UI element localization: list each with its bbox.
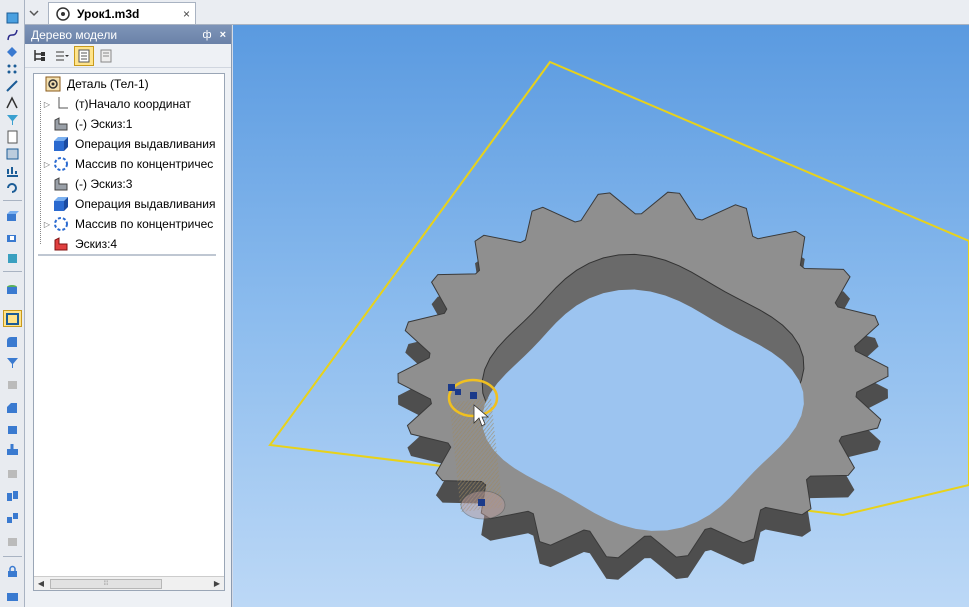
frame-icon[interactable] (4, 146, 21, 161)
tree-structure-icon[interactable] (31, 47, 49, 65)
circular-array-icon (52, 216, 70, 232)
chamfer-tool-icon[interactable] (4, 400, 21, 415)
rib-tool-icon[interactable] (4, 442, 21, 457)
mirror-tool-icon[interactable] (4, 488, 21, 503)
scroll-right-icon[interactable]: ▶ (210, 579, 224, 588)
model-tree-panel: Дерево модели ф × Деталь (Тел-1) ▷ (т)На… (25, 25, 232, 607)
sketch-icon (52, 176, 70, 192)
circular-array-icon (52, 156, 70, 172)
measure-icon[interactable] (4, 78, 21, 93)
tree-item-circular-array-2[interactable]: ▷ Массив по концентричес (42, 214, 224, 234)
tree-horizontal-scrollbar[interactable]: ◀ ⁞⁞⁞ ▶ (34, 576, 224, 590)
tree-item-circular-array-1[interactable]: ▷ Массив по концентричес (42, 154, 224, 174)
filter-icon[interactable] (4, 112, 21, 127)
point-icon[interactable] (4, 44, 21, 59)
angle-icon[interactable] (4, 95, 21, 110)
scroll-left-icon[interactable]: ◀ (34, 579, 48, 588)
tab-list-icon[interactable] (27, 6, 41, 20)
rotate-icon[interactable] (4, 180, 21, 195)
view-frame-icon[interactable] (3, 310, 22, 327)
tree-item-extrude-2[interactable]: Операция выдавливания (42, 194, 224, 214)
left-vertical-toolbar (0, 0, 25, 607)
chart-icon[interactable] (4, 163, 21, 178)
pattern-tool-icon[interactable] (4, 510, 21, 525)
sketch-point-handle[interactable] (470, 392, 477, 399)
disabled-tool-icon[interactable] (4, 376, 21, 391)
document-tab[interactable]: Урок1.m3d × (48, 2, 196, 24)
part-file-icon (56, 6, 70, 21)
document-tab-title: Урок1.m3d (77, 6, 140, 21)
pin-icon[interactable]: ф (203, 29, 212, 41)
funnel-tool-icon[interactable] (4, 355, 21, 370)
panel-title: Дерево модели (31, 27, 118, 42)
cut-tool-icon[interactable] (4, 229, 21, 244)
sketch-point-handle[interactable] (448, 384, 455, 391)
document-tab-bar: Урок1.m3d × (25, 0, 969, 25)
panel-header: Дерево модели ф × (25, 25, 231, 44)
tree-item-sketch-1[interactable]: (-) Эскиз:1 (42, 114, 224, 134)
tree-view-options-icon[interactable] (53, 47, 71, 65)
shell-tool-icon[interactable] (4, 250, 21, 265)
document-icon[interactable] (4, 129, 21, 144)
compact-panel-icon[interactable] (4, 10, 21, 25)
scroll-thumb[interactable]: ⁞⁞⁞ (50, 578, 162, 589)
box-tool-icon[interactable] (4, 421, 21, 436)
extrude-icon (52, 196, 70, 212)
extrude-tool-icon[interactable] (4, 208, 21, 223)
tree-item-extrude-1[interactable]: Операция выдавливания (42, 134, 224, 154)
extrude-icon (52, 136, 70, 152)
dots-icon[interactable] (4, 61, 21, 76)
gear-model[interactable] (397, 191, 889, 580)
curve-icon[interactable] (4, 27, 21, 42)
panel-close-button[interactable]: × (220, 29, 226, 41)
hole-tool-icon[interactable] (4, 465, 21, 480)
model-scene (268, 60, 969, 580)
sketch-active-icon (52, 236, 70, 252)
tree-item-sketch-4[interactable]: Эскиз:4 (42, 234, 224, 254)
tree-list-mode-icon[interactable] (74, 45, 94, 66)
3d-viewport[interactable] (233, 25, 969, 607)
document-tab-close-button[interactable]: × (183, 7, 190, 21)
sketch-icon (52, 116, 70, 132)
sketch-point-handle[interactable] (478, 499, 485, 506)
part-icon (44, 76, 62, 92)
model-tree: Деталь (Тел-1) ▷ (т)Начало координат (-)… (33, 73, 225, 591)
panel-toolbar (25, 44, 231, 68)
sketch-point-handle[interactable] (455, 389, 461, 395)
origin-icon (52, 96, 70, 112)
tree-item-sketch-3[interactable]: (-) Эскиз:3 (42, 174, 224, 194)
cylinder-tool-icon[interactable] (4, 282, 21, 297)
layer-tool-icon[interactable] (4, 588, 21, 603)
fillet-tool-icon[interactable] (4, 334, 21, 349)
copy-tool-icon[interactable] (4, 533, 21, 548)
tree-item-origin[interactable]: ▷ (т)Начало координат (42, 94, 224, 114)
tree-properties-icon[interactable] (97, 47, 115, 65)
lock-tool-icon[interactable] (4, 564, 21, 579)
tree-item-part[interactable]: Деталь (Тел-1) (34, 74, 224, 94)
